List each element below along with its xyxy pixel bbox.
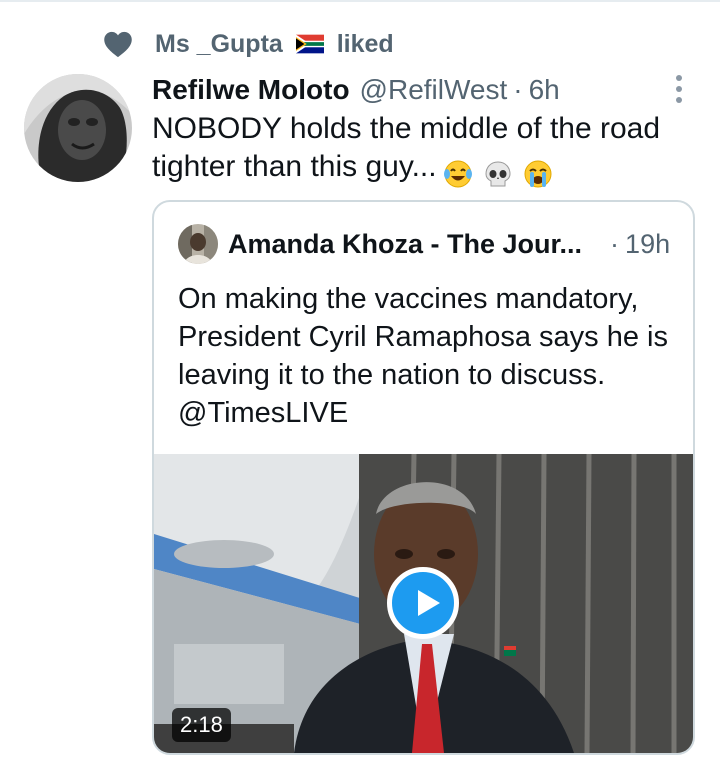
quoted-separator-dot: · — [610, 228, 620, 259]
quoted-author-name[interactable]: Amanda Khoza - The Jour... — [228, 229, 582, 260]
liker-name[interactable]: Ms _Gupta — [155, 30, 283, 58]
quoted-tweet-time[interactable]: 19h — [625, 229, 670, 260]
tweet-time[interactable]: 6h — [529, 74, 560, 106]
south-africa-flag-icon — [295, 34, 324, 53]
video-thumbnail[interactable]: 2:18 — [154, 454, 693, 753]
play-button[interactable] — [387, 567, 459, 639]
tweet-text-content: NOBODY holds the middle of the road tigh… — [152, 112, 661, 183]
crying-face-emoji — [524, 160, 552, 188]
quoted-tweet-text: On making the vaccines mandatory, Presid… — [178, 283, 668, 429]
video-duration: 2:18 — [172, 708, 231, 742]
emoji-row — [443, 154, 556, 192]
face-with-tears-of-joy-emoji — [443, 160, 472, 188]
avatar-image — [24, 74, 132, 182]
author-avatar[interactable] — [24, 74, 132, 182]
skull-emoji — [485, 161, 511, 187]
quoted-author-avatar[interactable] — [178, 224, 218, 264]
quoted-avatar-image — [178, 224, 218, 264]
author-name[interactable]: Refilwe Moloto — [152, 74, 350, 106]
separator-dot: · — [513, 74, 523, 105]
tweet-header: Refilwe Moloto @RefilWest · 6h — [152, 70, 560, 110]
play-icon — [418, 590, 440, 616]
tweet-text: NOBODY holds the middle of the road tigh… — [152, 110, 672, 192]
social-context-text: Ms _Gupta liked — [155, 30, 394, 59]
quoted-tweet-card[interactable]: Amanda Khoza - The Jour... · 19h On maki… — [152, 200, 695, 755]
social-context[interactable]: Ms _Gupta liked — [103, 28, 394, 60]
liked-label: liked — [336, 29, 394, 58]
more-options-icon[interactable] — [671, 72, 687, 106]
author-handle[interactable]: @RefilWest — [360, 74, 508, 106]
top-divider — [0, 0, 720, 2]
quoted-tweet-header: Amanda Khoza - The Jour... · 19h — [178, 224, 670, 264]
heart-icon — [104, 31, 132, 58]
